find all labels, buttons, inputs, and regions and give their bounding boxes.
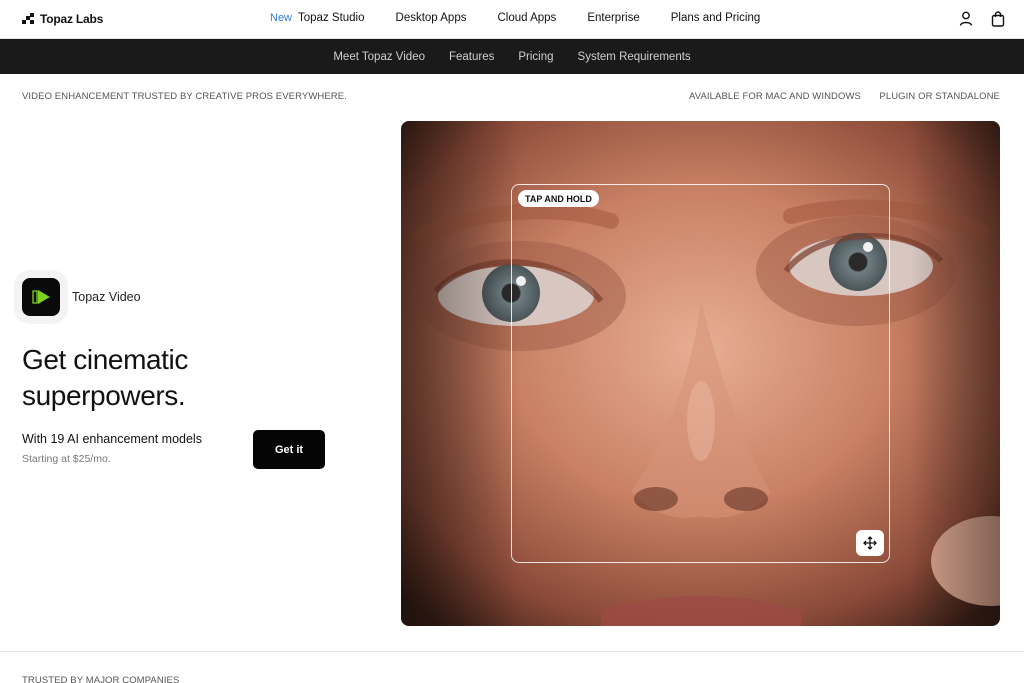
bag-icon[interactable]: [990, 10, 1006, 28]
main-menu: New Topaz Studio Desktop Apps Cloud Apps…: [270, 12, 760, 24]
info-bar: VIDEO ENHANCEMENT TRUSTED BY CREATIVE PR…: [0, 74, 1024, 120]
brand-logo[interactable]: Topaz Labs: [22, 12, 103, 26]
trusted-statement: VIDEO ENHANCEMENT TRUSTED BY CREATIVE PR…: [22, 91, 347, 102]
topaz-video-app-icon: [22, 278, 60, 316]
subnav-pricing[interactable]: Pricing: [518, 51, 553, 63]
new-badge: New: [270, 12, 293, 24]
tap-and-hold-badge: TAP AND HOLD: [518, 190, 599, 207]
product-label: Topaz Video: [22, 278, 141, 316]
get-it-button[interactable]: Get it: [253, 430, 325, 469]
subnav-features[interactable]: Features: [449, 51, 494, 63]
nav-desktop-apps[interactable]: Desktop Apps: [396, 12, 467, 24]
nav-enterprise[interactable]: Enterprise: [587, 12, 639, 24]
user-icon[interactable]: [958, 10, 974, 28]
comparison-frame[interactable]: [511, 184, 890, 563]
nav-topaz-studio[interactable]: Topaz Studio: [298, 12, 365, 24]
nav-cloud-apps[interactable]: Cloud Apps: [497, 12, 556, 24]
subnav-system-requirements[interactable]: System Requirements: [578, 51, 691, 63]
top-navigation: Topaz Labs New Topaz Studio Desktop Apps…: [0, 0, 1024, 39]
hero-headline: Get cinematic superpowers.: [22, 344, 188, 411]
topaz-logo-icon: [22, 13, 34, 25]
section-divider: [0, 651, 1024, 652]
price-note: Starting at $25/mo.: [22, 453, 111, 465]
move-arrows-icon[interactable]: [856, 530, 884, 556]
brand-name: Topaz Labs: [40, 12, 104, 26]
platform-statement: AVAILABLE FOR MAC AND WINDOWS: [689, 91, 861, 102]
subnav-meet-topaz-video[interactable]: Meet Topaz Video: [333, 51, 425, 63]
nav-actions: [958, 10, 1006, 28]
hero-tagline: With 19 AI enhancement models: [22, 432, 202, 446]
product-name: Topaz Video: [72, 290, 141, 304]
trusted-by-heading: TRUSTED BY MAJOR COMPANIES: [22, 675, 180, 683]
product-subnav: Meet Topaz Video Features Pricing System…: [0, 39, 1024, 74]
plugin-statement: PLUGIN OR STANDALONE: [879, 91, 1000, 102]
nav-plans-pricing[interactable]: Plans and Pricing: [671, 12, 761, 24]
